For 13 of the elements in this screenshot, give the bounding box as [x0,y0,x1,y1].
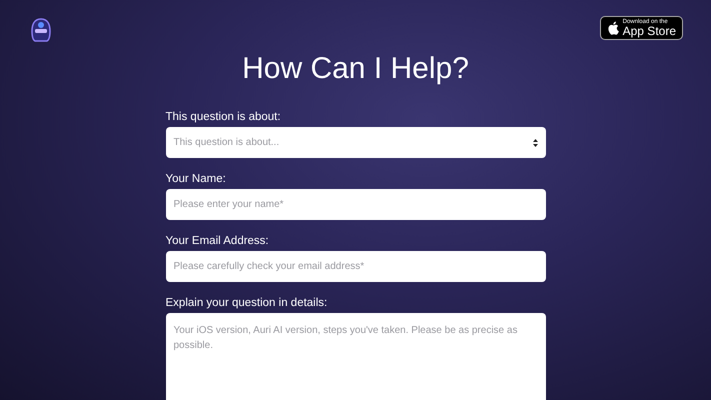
field-label: This question is about: [166,110,282,124]
field-label: Your Name: [166,172,227,186]
select-placeholder: This question is about... [174,136,280,150]
page-title: How Can I Help? [241,54,470,84]
field-label: Explain your question in details: [166,296,328,310]
badge-large-text: App Store [622,25,676,37]
details-textarea[interactable]: Your iOS version, Auri AI version, steps you've taken. Please be as precise as possible. [166,313,546,400]
updown-caret-icon [532,138,538,146]
input-field[interactable]: Please enter your name* [166,189,546,220]
input-field[interactable]: Please carefully check your email address* [166,251,546,282]
apple-icon [606,21,619,35]
logo-icon[interactable] [30,18,52,42]
field-label: Your Email Address: [166,234,270,248]
